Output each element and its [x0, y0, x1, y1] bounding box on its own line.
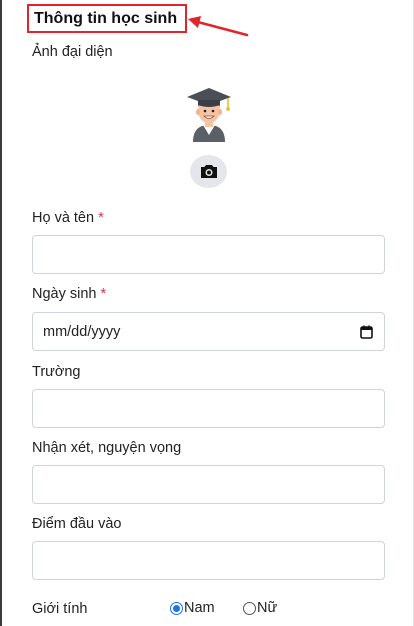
graduate-avatar-icon: [187, 88, 231, 142]
radio-nam[interactable]: [170, 601, 183, 615]
red-arrow-icon: [188, 16, 249, 37]
gender-option-nu[interactable]: Nữ: [243, 600, 277, 616]
entry-score-input[interactable]: [32, 541, 385, 580]
camera-button[interactable]: [190, 155, 227, 188]
comment-input[interactable]: [32, 465, 385, 504]
fullname-label: Họ và tên *: [32, 210, 104, 226]
avatar-label: Ảnh đại diện: [32, 44, 113, 60]
gender-option-nam[interactable]: Nam: [170, 600, 215, 616]
birthdate-value: mm/dd/yyyy: [43, 324, 121, 340]
radio-nam-label: Nam: [184, 600, 215, 616]
birthdate-input[interactable]: mm/dd/yyyy: [32, 312, 385, 351]
entry-score-label: Điểm đầu vào: [32, 516, 122, 532]
school-label: Trường: [32, 364, 81, 380]
comment-label: Nhận xét, nguyện vọng: [32, 440, 182, 456]
birthdate-label: Ngày sinh *: [32, 286, 107, 302]
school-input[interactable]: [32, 389, 385, 428]
form-title: Thông tin học sinh: [27, 4, 187, 33]
student-info-form: Thông tin học sinh Ảnh đại diện Họ và tê…: [0, 0, 414, 626]
radio-nu-label: Nữ: [257, 600, 278, 616]
gender-label: Giới tính: [32, 601, 88, 617]
calendar-icon[interactable]: [360, 325, 373, 339]
fullname-input[interactable]: [32, 235, 385, 274]
camera-icon: [200, 165, 217, 178]
left-border: [0, 0, 2, 626]
radio-nu[interactable]: [243, 601, 256, 615]
